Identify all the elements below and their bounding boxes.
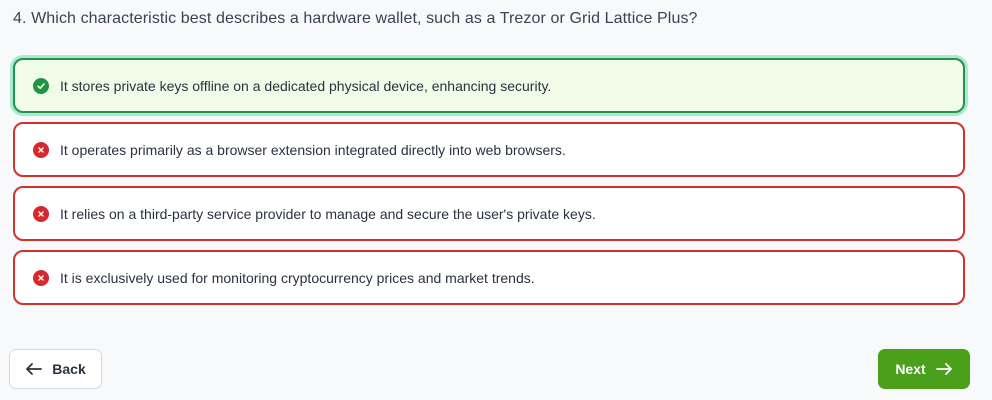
arrow-right-icon xyxy=(935,362,953,376)
answer-options: It stores private keys offline on a dedi… xyxy=(13,58,965,314)
answer-option-2[interactable]: It operates primarily as a browser exten… xyxy=(13,122,965,177)
answer-option-text: It operates primarily as a browser exten… xyxy=(60,141,566,158)
answer-option-3[interactable]: It relies on a third-party service provi… xyxy=(13,186,965,241)
answer-option-1[interactable]: It stores private keys offline on a dedi… xyxy=(13,58,965,113)
answer-option-4[interactable]: It is exclusively used for monitoring cr… xyxy=(13,250,965,305)
answer-option-text: It stores private keys offline on a dedi… xyxy=(60,77,552,94)
x-circle-icon xyxy=(33,141,49,158)
next-button[interactable]: Next xyxy=(878,349,970,389)
back-button[interactable]: Back xyxy=(9,349,102,389)
check-circle-icon xyxy=(33,77,49,94)
answer-option-text: It is exclusively used for monitoring cr… xyxy=(60,269,535,286)
arrow-left-icon xyxy=(25,362,43,376)
question-text: 4. Which characteristic best describes a… xyxy=(13,10,698,27)
next-button-label: Next xyxy=(895,361,926,377)
back-button-label: Back xyxy=(52,361,86,377)
x-circle-icon xyxy=(33,269,49,286)
x-circle-icon xyxy=(33,205,49,222)
answer-option-text: It relies on a third-party service provi… xyxy=(60,205,596,222)
